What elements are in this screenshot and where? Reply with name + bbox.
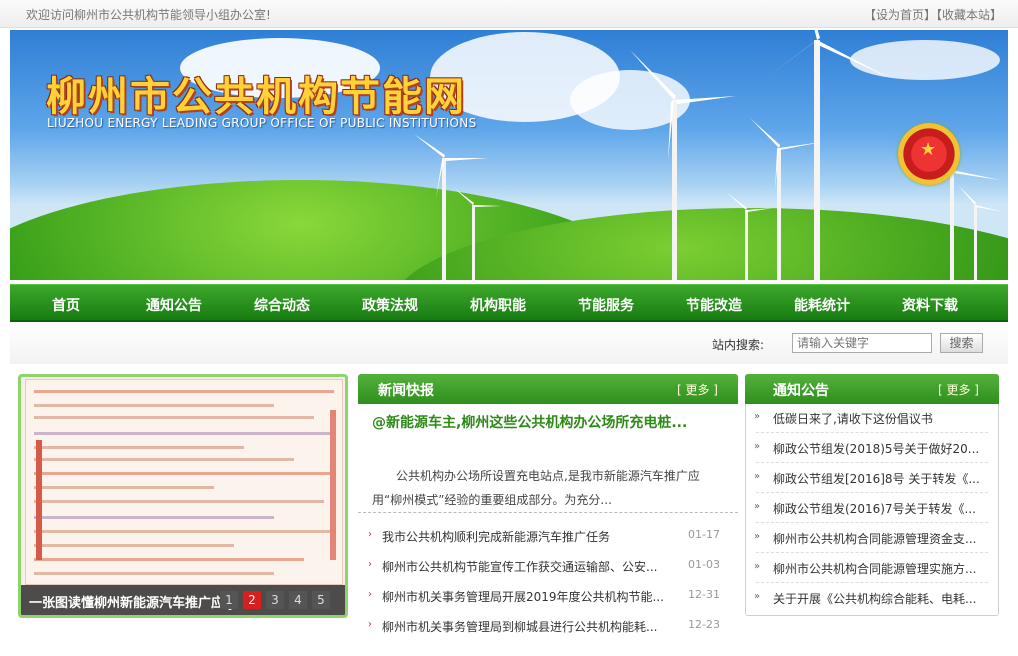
site-title: 柳州市公共机构节能网 <box>46 74 466 120</box>
welcome-text: 欢迎访问柳州市公共机构节能领导小组办公室! <box>26 8 271 22</box>
divider <box>358 512 738 513</box>
arrow-bullet-icon: › <box>368 559 372 570</box>
divider <box>756 432 988 433</box>
nav-item-statistics[interactable]: 能耗统计 <box>776 295 868 315</box>
nav-item-home[interactable]: 首页 <box>20 295 112 315</box>
news-headline[interactable]: @新能源车主,柳州这些公共机构办公场所充电桩... <box>372 412 732 432</box>
notice-item-title[interactable]: 柳政公节组发[2016]8号 关于转发《... <box>773 470 995 487</box>
slide-page-5[interactable]: 5 <box>312 591 330 609</box>
slide-page-4[interactable]: 4 <box>289 591 307 609</box>
divider <box>756 462 988 463</box>
divider <box>756 582 988 583</box>
nav-item-downloads[interactable]: 资料下载 <box>884 295 976 315</box>
news-item-date: 01-17 <box>688 528 720 541</box>
news-item-date: 12-31 <box>688 588 720 601</box>
divider <box>756 492 988 493</box>
list-item[interactable]: » 柳政公节组发[2016]8号 关于转发《... <box>754 470 992 490</box>
arrow-bullet-icon: › <box>368 529 372 540</box>
news-more-link[interactable]: [ 更多 ] <box>677 381 718 398</box>
news-item-title[interactable]: 柳州市机关事务管理局开展2019年度公共机构节能... <box>382 588 664 605</box>
news-item-date: 12-23 <box>688 618 720 631</box>
list-item[interactable]: › 柳州市机关事务管理局到柳城县进行公共机构能耗... 12-23 <box>368 618 730 638</box>
divider <box>756 522 988 523</box>
slideshow-caption-bar: 一张图读懂柳州新能源汽车推广应.jpg 1 2 3 4 5 <box>21 585 345 615</box>
list-item[interactable]: » 低碳日来了,请收下这份倡议书 <box>754 410 992 430</box>
nav-item-notices[interactable]: 通知公告 <box>128 295 220 315</box>
list-item[interactable]: › 我市公共机构顺利完成新能源汽车推广任务 01-17 <box>368 528 730 548</box>
search-button[interactable]: 搜索 <box>940 333 983 353</box>
main-nav: 首页 通知公告 综合动态 政策法规 机构职能 节能服务 节能改造 能耗统计 资料… <box>10 284 1008 322</box>
news-item-date: 01-03 <box>688 558 720 571</box>
list-item[interactable]: » 关于开展《公共机构综合能耗、电耗... <box>754 590 992 610</box>
arrow-bullet-icon: » <box>754 441 761 452</box>
slideshow-caption[interactable]: 一张图读懂柳州新能源汽车推广应.jpg <box>29 592 234 611</box>
notice-panel-header: 通知公告 [ 更多 ] <box>745 374 999 404</box>
arrow-bullet-icon: » <box>754 471 761 482</box>
news-item-title[interactable]: 我市公共机构顺利完成新能源汽车推广任务 <box>382 528 664 545</box>
slide-page-3[interactable]: 3 <box>266 591 284 609</box>
notice-item-title[interactable]: 低碳日来了,请收下这份倡议书 <box>773 410 995 427</box>
nav-item-news[interactable]: 综合动态 <box>236 295 328 315</box>
list-item[interactable]: » 柳州市公共机构合同能源管理实施方... <box>754 560 992 580</box>
notice-item-title[interactable]: 柳政公节组发(2016)7号关于转发《... <box>773 500 995 517</box>
news-item-title[interactable]: 柳州市公共机构节能宣传工作获交通运输部、公安... <box>382 558 664 575</box>
list-item[interactable]: » 柳政公节组发(2018)5号关于做好20... <box>754 440 992 460</box>
image-slideshow[interactable]: 一张图读懂柳州新能源汽车推广应.jpg 1 2 3 4 5 <box>18 374 348 618</box>
arrow-bullet-icon: › <box>368 619 372 630</box>
notice-item-title[interactable]: 柳州市公共机构合同能源管理实施方... <box>773 560 995 577</box>
list-item[interactable]: › 柳州市公共机构节能宣传工作获交通运输部、公安... 01-03 <box>368 558 730 578</box>
search-label: 站内搜索: <box>712 338 765 352</box>
arrow-bullet-icon: » <box>754 561 761 572</box>
notice-item-title[interactable]: 柳政公节组发(2018)5号关于做好20... <box>773 440 995 457</box>
divider <box>756 552 988 553</box>
list-item[interactable]: » 柳政公节组发(2016)7号关于转发《... <box>754 500 992 520</box>
search-input[interactable] <box>792 333 932 353</box>
set-home-link[interactable]: 【设为首页】 <box>864 8 936 22</box>
top-links: 【设为首页】【收藏本站】 <box>864 6 1002 23</box>
arrow-bullet-icon: › <box>368 589 372 600</box>
national-emblem-icon: ★ <box>898 123 960 185</box>
news-panel-title: 新闻快报 <box>378 383 434 399</box>
slide-page-1[interactable]: 1 <box>220 591 238 609</box>
arrow-bullet-icon: » <box>754 501 761 512</box>
arrow-bullet-icon: » <box>754 411 761 422</box>
nav-item-functions[interactable]: 机构职能 <box>452 295 544 315</box>
news-summary: 公共机构办公场所设置充电站点,是我市新能源汽车推广应用“柳州模式”经验的重要组成… <box>372 469 700 507</box>
site-subtitle: LIUZHOU ENERGY LEADING GROUP OFFICE OF P… <box>47 116 477 130</box>
news-item-title[interactable]: 柳州市机关事务管理局到柳城县进行公共机构能耗... <box>382 618 664 635</box>
search-bar: 站内搜索: 搜索 <box>10 324 1008 364</box>
news-panel-header: 新闻快报 [ 更多 ] <box>358 374 738 404</box>
notice-more-link[interactable]: [ 更多 ] <box>938 381 979 398</box>
bookmark-link[interactable]: 【收藏本站】 <box>936 8 1002 22</box>
nav-item-policies[interactable]: 政策法规 <box>344 295 436 315</box>
list-item[interactable]: » 柳州市公共机构合同能源管理资金支... <box>754 530 992 550</box>
notice-item-title[interactable]: 关于开展《公共机构综合能耗、电耗... <box>773 590 995 607</box>
header-banner: 柳州市公共机构节能网 LIUZHOU ENERGY LEADING GROUP … <box>10 30 1008 280</box>
nav-item-services[interactable]: 节能服务 <box>560 295 652 315</box>
list-item[interactable]: › 柳州市机关事务管理局开展2019年度公共机构节能... 12-31 <box>368 588 730 608</box>
arrow-bullet-icon: » <box>754 531 761 542</box>
infographic-image[interactable] <box>25 379 343 585</box>
nav-item-retrofit[interactable]: 节能改造 <box>668 295 760 315</box>
top-bar: 欢迎访问柳州市公共机构节能领导小组办公室! 【设为首页】【收藏本站】 <box>0 0 1018 28</box>
arrow-bullet-icon: » <box>754 591 761 602</box>
notice-panel-title: 通知公告 <box>773 383 829 399</box>
slide-page-2[interactable]: 2 <box>243 591 261 609</box>
notice-item-title[interactable]: 柳州市公共机构合同能源管理资金支... <box>773 530 995 547</box>
